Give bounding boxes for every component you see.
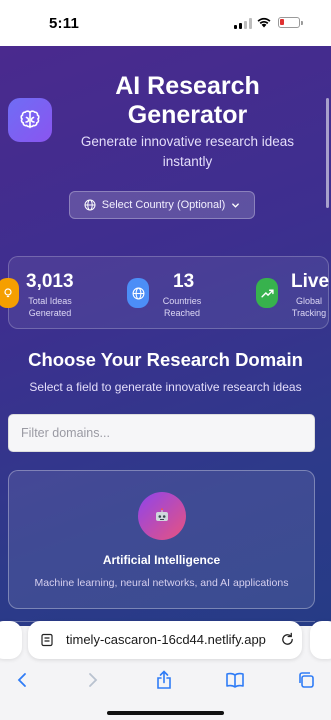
home-indicator[interactable] <box>107 711 224 715</box>
section-subheading: Select a field to generate innovative re… <box>29 380 302 394</box>
page-content[interactable]: AI Research Generator Generate innovativ… <box>0 46 331 626</box>
previous-tab[interactable] <box>0 621 22 659</box>
share-icon <box>157 670 171 689</box>
share-button[interactable] <box>151 667 177 693</box>
country-select[interactable]: Select Country (Optional) <box>69 191 255 219</box>
robot-icon <box>138 492 186 540</box>
battery-icon <box>278 17 303 28</box>
chevron-down-icon <box>232 202 240 208</box>
tabs-icon <box>299 672 314 688</box>
domain-card-description: Machine learning, neural networks, and A… <box>34 577 289 589</box>
stat-value-ideas: 3,013 <box>26 271 74 292</box>
domain-card-title: Artificial Intelligence <box>102 553 221 567</box>
domain-card-artificial-intelligence[interactable]: Artificial Intelligence Machine learning… <box>8 470 315 609</box>
page-menu-icon[interactable] <box>40 633 54 647</box>
globe-icon <box>127 278 149 308</box>
next-tab[interactable] <box>310 621 331 659</box>
page-title: AI Research Generator <box>115 72 260 129</box>
stat-label-tracking: Global Tracking <box>291 296 327 318</box>
status-time: 5:11 <box>49 15 79 32</box>
back-button[interactable] <box>9 667 35 693</box>
page-scrollbar[interactable] <box>326 98 329 208</box>
forward-button[interactable] <box>80 667 106 693</box>
section-heading: Choose Your Research Domain <box>28 349 303 370</box>
stats-panel: 3,013 Total Ideas Generated 13 Countries… <box>0 256 330 329</box>
tabs-button[interactable] <box>293 667 319 693</box>
bookmarks-button[interactable] <box>222 667 248 693</box>
globe-icon <box>84 199 96 211</box>
book-icon <box>226 672 244 688</box>
stat-label-countries: Countries Reached <box>162 296 202 318</box>
reload-icon[interactable] <box>280 632 295 647</box>
stat-label-ideas: Total Ideas Generated <box>28 296 72 318</box>
address-bar[interactable]: timely-cascaron-16cd44.netlify.app <box>28 621 302 659</box>
trending-up-icon <box>256 278 278 308</box>
brain-icon <box>8 98 52 142</box>
status-bar: 5:11 <box>0 0 331 46</box>
country-select-label: Select Country (Optional) <box>101 199 226 211</box>
chevron-left-icon <box>17 673 26 687</box>
browser-toolbar: timely-cascaron-16cd44.netlify.app <box>0 621 331 720</box>
wifi-icon <box>257 17 271 28</box>
cellular-signal-icon <box>234 18 252 29</box>
filter-domains-input[interactable] <box>8 414 315 452</box>
page-subtitle: Generate innovative research ideas insta… <box>80 134 295 169</box>
stat-value-tracking: Live <box>291 271 330 292</box>
stat-value-countries: 13 <box>173 271 195 292</box>
chevron-right-icon <box>89 673 98 687</box>
url-text: timely-cascaron-16cd44.netlify.app <box>66 632 266 647</box>
